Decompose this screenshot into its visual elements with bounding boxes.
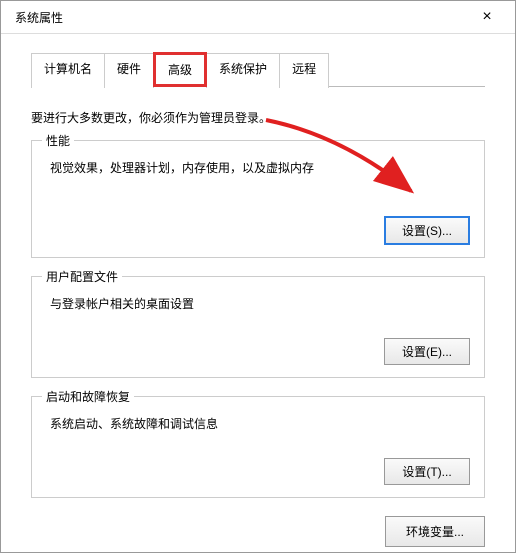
group-performance: 性能 视觉效果，处理器计划，内存使用，以及虚拟内存 设置(S)... bbox=[31, 140, 485, 258]
group-performance-desc: 视觉效果，处理器计划，内存使用，以及虚拟内存 bbox=[50, 159, 470, 176]
user-profile-settings-button[interactable]: 设置(E)... bbox=[384, 338, 470, 365]
tab-remote[interactable]: 远程 bbox=[279, 53, 329, 88]
group-user-profile-desc: 与登录帐户相关的桌面设置 bbox=[50, 295, 470, 312]
environment-variables-button[interactable]: 环境变量... bbox=[385, 516, 485, 547]
group-user-profile: 用户配置文件 与登录帐户相关的桌面设置 设置(E)... bbox=[31, 276, 485, 378]
tabs-bar: 计算机名 硬件 高级 系统保护 远程 bbox=[1, 34, 515, 87]
tab-hardware[interactable]: 硬件 bbox=[104, 53, 154, 88]
window-title: 系统属性 bbox=[15, 9, 63, 26]
group-startup-recovery-label: 启动和故障恢复 bbox=[42, 388, 134, 405]
titlebar[interactable]: 系统属性 × bbox=[1, 1, 515, 33]
group-startup-recovery: 启动和故障恢复 系统启动、系统故障和调试信息 设置(T)... bbox=[31, 396, 485, 498]
group-startup-recovery-desc: 系统启动、系统故障和调试信息 bbox=[50, 415, 470, 432]
tab-computer-name[interactable]: 计算机名 bbox=[31, 53, 105, 88]
group-user-profile-button-row: 设置(E)... bbox=[50, 338, 470, 365]
admin-instruction: 要进行大多数更改，你必须作为管理员登录。 bbox=[31, 109, 485, 126]
startup-recovery-settings-button[interactable]: 设置(T)... bbox=[384, 458, 470, 485]
tab-advanced[interactable]: 高级 bbox=[153, 52, 207, 87]
tab-content: 要进行大多数更改，你必须作为管理员登录。 性能 视觉效果，处理器计划，内存使用，… bbox=[1, 87, 515, 498]
group-startup-recovery-button-row: 设置(T)... bbox=[50, 458, 470, 485]
performance-settings-button[interactable]: 设置(S)... bbox=[384, 216, 470, 245]
group-user-profile-label: 用户配置文件 bbox=[42, 268, 122, 285]
group-performance-label: 性能 bbox=[42, 132, 74, 149]
close-icon[interactable]: × bbox=[467, 3, 507, 31]
system-properties-window: 系统属性 × 计算机名 硬件 高级 系统保护 远程 要进行大多数更改，你必须作为… bbox=[0, 0, 516, 553]
bottom-button-row: 环境变量... bbox=[1, 516, 515, 547]
group-performance-button-row: 设置(S)... bbox=[50, 216, 470, 245]
tab-system-protection[interactable]: 系统保护 bbox=[206, 53, 280, 88]
